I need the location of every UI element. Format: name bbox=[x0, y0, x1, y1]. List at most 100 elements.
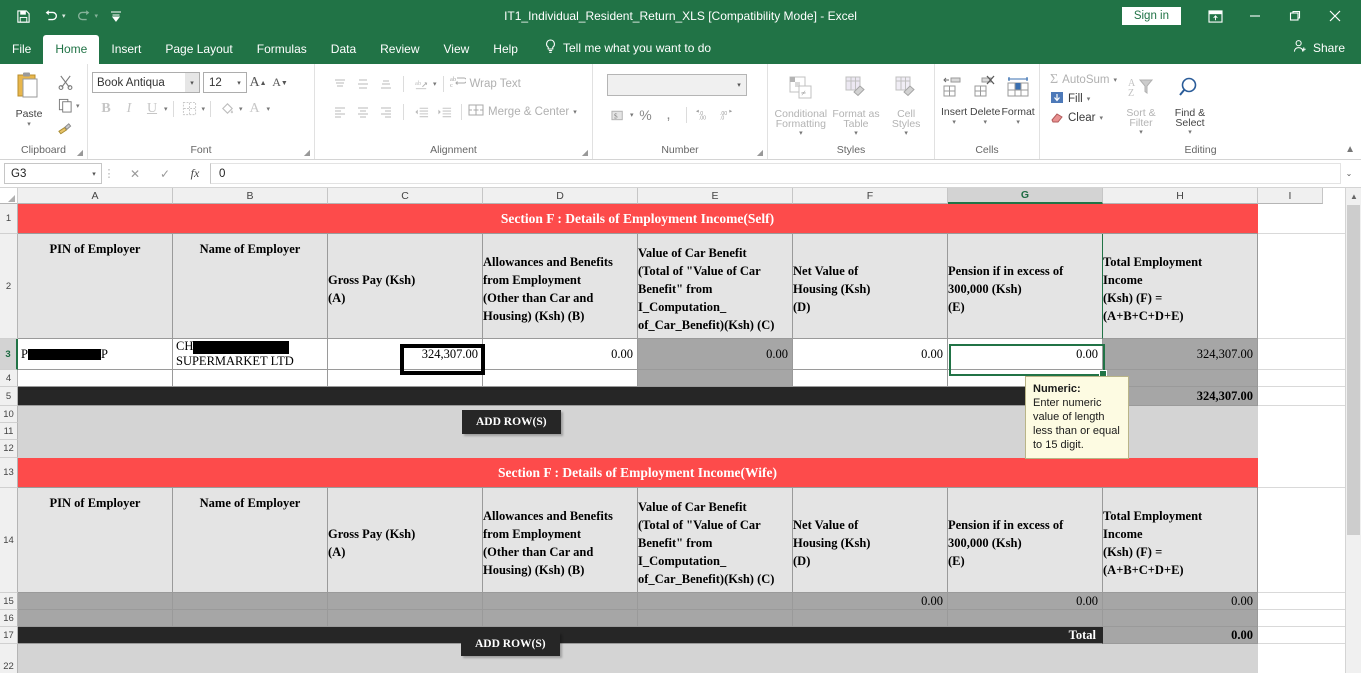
find-select-dropdown-icon[interactable]: ▾ bbox=[1188, 128, 1192, 136]
cell-i16[interactable] bbox=[1258, 610, 1358, 627]
sort-filter-dropdown-icon[interactable]: ▾ bbox=[1139, 128, 1143, 136]
format-painter-icon[interactable] bbox=[54, 118, 76, 139]
undo-icon[interactable] bbox=[38, 4, 64, 28]
cell-a3-pin-of-employer[interactable]: PP bbox=[18, 339, 173, 370]
name-box-dropdown-icon[interactable]: ▾ bbox=[87, 164, 101, 183]
copy-icon[interactable] bbox=[54, 95, 76, 116]
tab-review[interactable]: Review bbox=[368, 35, 431, 64]
column-header-h[interactable]: H bbox=[1103, 188, 1258, 204]
decrease-decimal-icon[interactable]: .00.0 bbox=[716, 104, 738, 125]
fill-dropdown-icon[interactable]: ▾ bbox=[1087, 95, 1091, 103]
add-rows-button-self[interactable]: ADD ROW(S) bbox=[462, 410, 561, 434]
column-header-g[interactable]: G bbox=[948, 188, 1103, 204]
tab-formulas[interactable]: Formulas bbox=[245, 35, 319, 64]
orientation-dropdown-icon[interactable]: ▾ bbox=[433, 80, 437, 88]
wrap-text-button[interactable]: ab c Wrap Text bbox=[450, 75, 521, 92]
font-name-input[interactable]: Book Antiqua ▾ bbox=[92, 72, 200, 93]
header-total-employment-income[interactable]: Total Employment Income (Ksh) (F) = (A+B… bbox=[1103, 234, 1258, 339]
cell-i12[interactable] bbox=[1258, 440, 1358, 458]
row-header-4[interactable]: 4 bbox=[0, 370, 18, 387]
header-pension-excess[interactable]: Pension if in excess of 300,000 (Ksh) (E… bbox=[948, 234, 1103, 339]
column-header-d[interactable]: D bbox=[483, 188, 638, 204]
borders-dropdown-icon[interactable]: ▾ bbox=[202, 105, 206, 113]
row-header-2[interactable]: 2 bbox=[0, 234, 18, 339]
cell-f15-housing[interactable]: 0.00 bbox=[793, 593, 948, 610]
autosum-button[interactable]: Σ AutoSum ▾ bbox=[1050, 72, 1117, 88]
redo-icon[interactable] bbox=[71, 4, 97, 28]
increase-decimal-icon[interactable]: .0.00 bbox=[693, 104, 715, 125]
underline-icon[interactable]: U bbox=[141, 98, 163, 119]
cell-c15-gross-pay[interactable] bbox=[328, 593, 483, 610]
cell-a4[interactable] bbox=[18, 370, 173, 387]
fill-color-icon[interactable] bbox=[216, 98, 238, 119]
format-as-table-dropdown-icon[interactable]: ▾ bbox=[854, 129, 858, 137]
wife-header-value-car-benefit[interactable]: Value of Car Benefit (Total of "Value of… bbox=[638, 488, 793, 593]
cell-i17[interactable] bbox=[1258, 627, 1358, 644]
wife-header-allowances-benefits[interactable]: Allowances and Benefits from Employment … bbox=[483, 488, 638, 593]
cell-d16[interactable] bbox=[483, 610, 638, 627]
cancel-edit-icon[interactable]: ✕ bbox=[120, 163, 150, 185]
delete-cells-button[interactable]: Delete ▾ bbox=[969, 71, 1001, 126]
cell-c16[interactable] bbox=[328, 610, 483, 627]
row-header-5[interactable]: 5 bbox=[0, 387, 18, 406]
close-button[interactable] bbox=[1315, 0, 1355, 32]
row-header-14[interactable]: 14 bbox=[0, 488, 18, 593]
cell-f3-housing[interactable]: 0.00 bbox=[793, 339, 948, 370]
font-color-dropdown-icon[interactable]: ▾ bbox=[267, 105, 271, 113]
paste-dropdown-icon[interactable]: ▾ bbox=[27, 120, 31, 128]
bold-icon[interactable]: B bbox=[95, 98, 117, 119]
wife-header-name-of-employer[interactable]: Name of Employer bbox=[173, 488, 328, 593]
insert-function-icon[interactable]: fx bbox=[180, 163, 210, 185]
cell-i2[interactable] bbox=[1258, 234, 1358, 339]
align-center-icon[interactable] bbox=[352, 101, 374, 122]
conditional-formatting-button[interactable]: ≠ Conditional Formatting ▾ bbox=[773, 71, 828, 137]
column-header-e[interactable]: E bbox=[638, 188, 793, 204]
row-header-22[interactable]: 22 bbox=[0, 644, 18, 673]
font-dialog-launcher[interactable]: ◢ bbox=[304, 148, 310, 157]
wife-header-gross-pay[interactable]: Gross Pay (Ksh) (A) bbox=[328, 488, 483, 593]
confirm-edit-icon[interactable]: ✓ bbox=[150, 163, 180, 185]
cell-styles-button[interactable]: Cell Styles ▾ bbox=[884, 71, 929, 137]
conditional-formatting-dropdown-icon[interactable]: ▾ bbox=[799, 129, 803, 137]
redo-dropdown-icon[interactable]: ▾ bbox=[95, 12, 102, 20]
cell-e15-car-benefit-blank[interactable] bbox=[638, 593, 793, 610]
spacer-row-22[interactable] bbox=[18, 644, 1258, 673]
increase-font-size-icon[interactable]: A ▲ bbox=[247, 72, 269, 93]
scroll-up-arrow-icon[interactable]: ▲ bbox=[1346, 188, 1361, 204]
wife-header-pension-excess[interactable]: Pension if in excess of 300,000 (Ksh) (E… bbox=[948, 488, 1103, 593]
header-pin-of-employer[interactable]: PIN of Employer bbox=[18, 234, 173, 339]
cell-i11[interactable] bbox=[1258, 423, 1358, 440]
row-header-16[interactable]: 16 bbox=[0, 610, 18, 627]
collapse-ribbon-icon[interactable]: ▲ bbox=[1345, 144, 1355, 155]
share-button[interactable]: Share bbox=[1293, 39, 1361, 64]
column-header-c[interactable]: C bbox=[328, 188, 483, 204]
maximize-restore-button[interactable] bbox=[1275, 0, 1315, 32]
cell-i13[interactable] bbox=[1258, 458, 1358, 488]
decrease-indent-icon[interactable] bbox=[410, 101, 432, 122]
font-name-dropdown-icon[interactable]: ▾ bbox=[185, 73, 199, 92]
select-all-corner[interactable] bbox=[0, 188, 18, 204]
borders-icon[interactable] bbox=[179, 98, 201, 119]
cell-h16[interactable] bbox=[1103, 610, 1258, 627]
cell-e3-car-benefit[interactable]: 0.00 bbox=[638, 339, 793, 370]
number-format-dropdown-icon[interactable]: ▾ bbox=[732, 75, 746, 95]
format-cells-button[interactable]: Format ▾ bbox=[1001, 71, 1035, 126]
row-header-10[interactable]: 10 bbox=[0, 406, 18, 423]
cell-e16[interactable] bbox=[638, 610, 793, 627]
fill-color-dropdown-icon[interactable]: ▾ bbox=[239, 105, 243, 113]
copy-dropdown-icon[interactable]: ▾ bbox=[76, 102, 80, 110]
italic-icon[interactable]: I bbox=[118, 98, 140, 119]
cell-a16[interactable] bbox=[18, 610, 173, 627]
accounting-format-icon[interactable]: $ bbox=[607, 104, 629, 125]
column-header-i[interactable]: I bbox=[1258, 188, 1323, 204]
cell-h15-total[interactable]: 0.00 bbox=[1103, 593, 1258, 610]
paste-button[interactable]: Paste ▾ bbox=[4, 67, 54, 128]
increase-indent-icon[interactable] bbox=[433, 101, 455, 122]
tab-page-layout[interactable]: Page Layout bbox=[153, 35, 244, 64]
header-net-value-housing[interactable]: Net Value of Housing (Ksh) (D) bbox=[793, 234, 948, 339]
header-gross-pay[interactable]: Gross Pay (Ksh) (A) bbox=[328, 234, 483, 339]
fill-button[interactable]: Fill ▾ bbox=[1050, 91, 1117, 107]
row-header-13[interactable]: 13 bbox=[0, 458, 18, 488]
formula-input[interactable]: 0 bbox=[210, 163, 1341, 184]
cell-d15-allowances[interactable] bbox=[483, 593, 638, 610]
